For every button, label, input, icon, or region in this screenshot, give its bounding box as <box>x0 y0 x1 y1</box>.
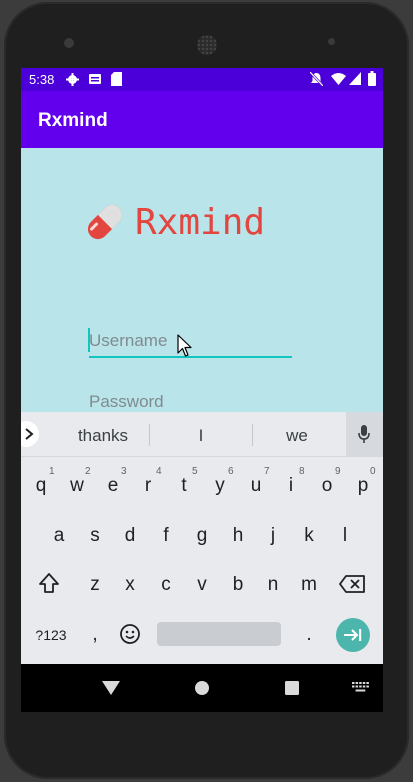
sensor <box>328 38 335 45</box>
battery-icon <box>368 71 376 86</box>
suggestion-divider <box>252 424 253 446</box>
key-o[interactable]: o <box>309 475 345 497</box>
suggestion-1[interactable]: thanks <box>63 426 143 446</box>
key-f[interactable]: f <box>148 525 184 547</box>
back-icon[interactable] <box>102 681 120 695</box>
key-s[interactable]: s <box>77 525 113 547</box>
key-hint-2: 2 <box>85 466 91 477</box>
chevron-right-icon <box>25 428 34 440</box>
key-v[interactable]: v <box>184 574 220 596</box>
speaker-grille <box>197 35 217 55</box>
key-p[interactable]: p <box>345 475 381 497</box>
key-l[interactable]: l <box>327 525 363 547</box>
logo-text: Rxmind <box>135 202 266 243</box>
navigation-bar <box>21 664 383 712</box>
notification-icon <box>89 74 101 84</box>
sd-card-icon <box>111 72 122 86</box>
status-bar: 5:38 <box>21 68 383 91</box>
keyboard-switch-icon[interactable] <box>352 682 369 693</box>
wifi-icon <box>331 73 346 85</box>
status-time: 5:38 <box>29 72 55 87</box>
key-u[interactable]: u <box>238 475 274 497</box>
enter-button[interactable] <box>336 618 370 652</box>
key-d[interactable]: d <box>112 525 148 547</box>
space-bar[interactable] <box>157 622 281 646</box>
suggestion-strip: thanks I we <box>21 412 383 457</box>
suggestion-divider <box>149 424 150 446</box>
app-bar: Rxmind <box>21 91 383 148</box>
key-t[interactable]: t <box>166 475 202 497</box>
key-a[interactable]: a <box>41 525 77 547</box>
expand-suggestions-button[interactable] <box>21 421 39 447</box>
suggestion-3[interactable]: we <box>257 426 337 446</box>
key-z[interactable]: z <box>77 574 113 596</box>
password-input[interactable] <box>89 390 292 414</box>
key-x[interactable]: x <box>112 574 148 596</box>
key-k[interactable]: k <box>291 525 327 547</box>
shift-icon[interactable] <box>38 572 60 594</box>
overview-icon[interactable] <box>285 681 299 695</box>
mouse-pointer-icon <box>177 334 192 357</box>
key-i[interactable]: i <box>273 475 309 497</box>
key-r[interactable]: r <box>130 475 166 497</box>
key-c[interactable]: c <box>148 574 184 596</box>
comma-key[interactable]: , <box>77 624 113 646</box>
key-b[interactable]: b <box>220 574 256 596</box>
key-h[interactable]: h <box>220 525 256 547</box>
symbols-key[interactable]: ?123 <box>31 627 71 643</box>
key-y[interactable]: y <box>202 475 238 497</box>
key-hint-8: 8 <box>299 466 305 477</box>
key-w[interactable]: w <box>59 475 95 497</box>
key-g[interactable]: g <box>184 525 220 547</box>
key-hint-1: 1 <box>49 466 55 477</box>
key-hint-0: 0 <box>370 466 376 477</box>
key-n[interactable]: n <box>255 574 291 596</box>
key-hint-9: 9 <box>335 466 341 477</box>
period-key[interactable]: . <box>291 624 327 646</box>
key-hint-7: 7 <box>264 466 270 477</box>
key-j[interactable]: j <box>255 525 291 547</box>
mute-icon <box>310 72 323 86</box>
app-title: Rxmind <box>38 110 108 131</box>
home-icon[interactable] <box>195 681 209 695</box>
screen: 5:38 Rxmind Rxmind thanks I <box>21 68 383 712</box>
emoji-icon[interactable] <box>119 623 141 645</box>
pill-icon <box>87 204 123 240</box>
suggestion-2[interactable]: I <box>161 426 241 446</box>
backspace-icon[interactable] <box>339 575 365 593</box>
signal-icon <box>349 72 361 85</box>
settings-icon <box>66 73 79 86</box>
key-m[interactable]: m <box>291 574 327 596</box>
text-cursor <box>88 328 90 352</box>
key-hint-5: 5 <box>192 466 198 477</box>
key-q[interactable]: q <box>23 475 59 497</box>
tab-next-icon <box>344 629 362 641</box>
key-hint-4: 4 <box>156 466 162 477</box>
key-hint-6: 6 <box>228 466 234 477</box>
soft-keyboard: thanks I we q w e r t y u i o p 1 2 3 4 … <box>21 412 383 664</box>
microphone-icon <box>358 425 370 443</box>
voice-input-button[interactable] <box>346 412 383 456</box>
front-camera <box>64 38 74 48</box>
key-hint-3: 3 <box>121 466 127 477</box>
key-e[interactable]: e <box>95 475 131 497</box>
